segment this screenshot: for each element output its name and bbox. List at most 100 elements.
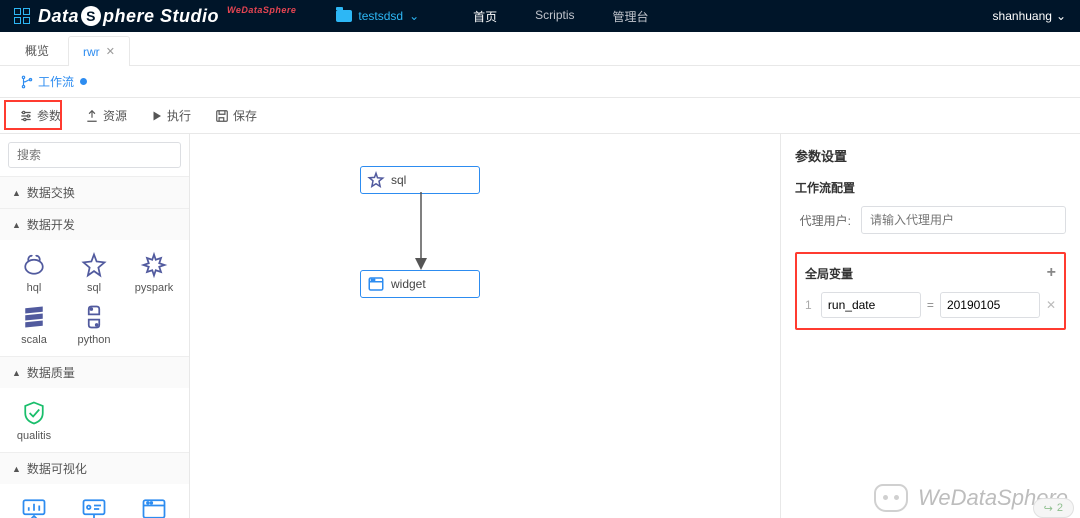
arrowhead-icon [415,258,427,270]
node-dashboard[interactable]: dashboard [64,490,124,518]
toolbar-save[interactable]: 保存 [206,102,266,129]
star-icon [80,251,108,279]
wechat-icon [874,484,908,512]
presentation-icon [20,495,48,518]
logo-tag: WeDataSphere [227,5,296,15]
section-title: 工作流配置 [795,179,1066,196]
cat-data-viz[interactable]: ▲ 数据可视化 [0,452,189,484]
branch-icon [20,75,34,89]
node-label: pyspark [135,282,174,294]
flow-node-sql[interactable]: sql [360,166,480,194]
window-icon [140,495,168,518]
tab-label: 概览 [25,42,49,59]
app-header: Data S phere Studio WeDataSphere testsds… [0,0,1080,32]
logo-part-1: Data [38,6,79,27]
share-icon: ↪ [1044,502,1053,515]
flow-edge [419,192,423,267]
panel-title: 参数设置 [795,146,1066,165]
monitor-icon [80,495,108,518]
section-title: 全局变量 [805,265,853,282]
user-menu[interactable]: shanhuang ⌄ [993,9,1066,23]
username: shanhuang [993,9,1052,23]
share-count: 2 [1057,502,1063,514]
add-var-button[interactable]: + [1047,264,1056,282]
node-label: qualitis [17,430,51,442]
workspace-body: ▲ 数据交换 ▲ 数据开发 hql sql pyspark scala python… [0,134,1080,518]
node-display[interactable]: display [4,490,64,518]
caret-icon: ▲ [12,464,21,474]
play-icon [151,110,163,122]
upload-icon [85,109,99,123]
nav-console[interactable]: 管理台 [609,8,653,25]
cat-title: 数据质量 [27,364,75,381]
caret-icon: ▲ [12,188,21,198]
starburst-icon [140,251,168,279]
node-scala[interactable]: scala [4,298,64,350]
toolbar-run[interactable]: 执行 [142,102,200,129]
palette-search [8,142,181,168]
params-panel: 参数设置 工作流配置 代理用户: 全局变量 + 1 = ✕ [780,134,1080,518]
flow-node-widget[interactable]: widget [360,270,480,298]
node-sql[interactable]: sql [64,246,124,298]
group-data-quality: qualitis [0,388,189,452]
toolbar-params[interactable]: 参数 [10,102,70,129]
node-widget[interactable]: widget [124,490,184,518]
node-label: python [77,334,110,346]
python-icon [80,303,108,331]
var-value-input[interactable] [940,292,1040,318]
cat-data-quality[interactable]: ▲ 数据质量 [0,356,189,388]
var-row: 1 = ✕ [805,292,1056,318]
toolbar-resource[interactable]: 资源 [76,102,136,129]
var-key-input[interactable] [821,292,921,318]
btn-label: 执行 [167,107,191,124]
shield-check-icon [20,399,48,427]
node-label: scala [21,334,47,346]
workflow-config-section: 工作流配置 代理用户: [795,179,1066,234]
sub-tabs: 工作流 [0,66,1080,98]
close-icon[interactable]: ✕ [106,45,115,58]
tab-overview[interactable]: 概览 [10,35,64,65]
cat-title: 数据开发 [27,216,75,233]
nav-home[interactable]: 首页 [469,8,501,25]
logo-s-icon: S [81,6,101,26]
node-hql[interactable]: hql [4,246,64,298]
app-logo: Data S phere Studio WeDataSphere [38,6,296,27]
cat-title: 数据交换 [27,184,75,201]
tab-rwr[interactable]: rwr ✕ [68,36,130,66]
btn-label: 保存 [233,107,257,124]
nav-scriptis[interactable]: Scriptis [531,8,578,25]
window-icon [367,275,385,293]
btn-label: 参数 [37,107,61,124]
caret-icon: ▲ [12,368,21,378]
project-selector[interactable]: testsdsd ⌄ [336,9,419,23]
node-palette: ▲ 数据交换 ▲ 数据开发 hql sql pyspark scala python… [0,134,190,518]
share-bar[interactable]: ↪ 2 [1033,498,1074,518]
cat-data-dev[interactable]: ▲ 数据开发 [0,208,189,240]
flow-canvas[interactable]: sql widget [190,134,780,518]
flow-node-label: sql [391,173,406,187]
caret-icon: ▲ [12,220,21,230]
flow-node-label: widget [391,277,426,291]
folder-icon [336,10,352,22]
cat-title: 数据可视化 [27,460,87,477]
cat-data-exchange[interactable]: ▲ 数据交换 [0,176,189,208]
node-label: sql [87,282,101,294]
proxy-user-input[interactable] [861,206,1066,234]
tab-label: rwr [83,45,100,59]
top-nav: 首页 Scriptis 管理台 [469,8,652,25]
equals-sign: = [927,298,934,312]
sliders-icon [19,109,33,123]
subtab-label: 工作流 [38,73,74,90]
node-qualitis[interactable]: qualitis [4,394,64,446]
global-vars-section: 全局变量 + 1 = ✕ [795,252,1066,330]
node-pyspark[interactable]: pyspark [124,246,184,298]
save-icon [215,109,229,123]
group-data-dev: hql sql pyspark scala python [0,240,189,356]
logo-grid-icon [14,8,30,24]
var-index: 1 [805,298,815,312]
elephant-icon [20,251,48,279]
subtab-workflow[interactable]: 工作流 [14,69,93,94]
search-input[interactable] [8,142,181,168]
delete-var-button[interactable]: ✕ [1046,298,1056,312]
node-python[interactable]: python [64,298,124,350]
